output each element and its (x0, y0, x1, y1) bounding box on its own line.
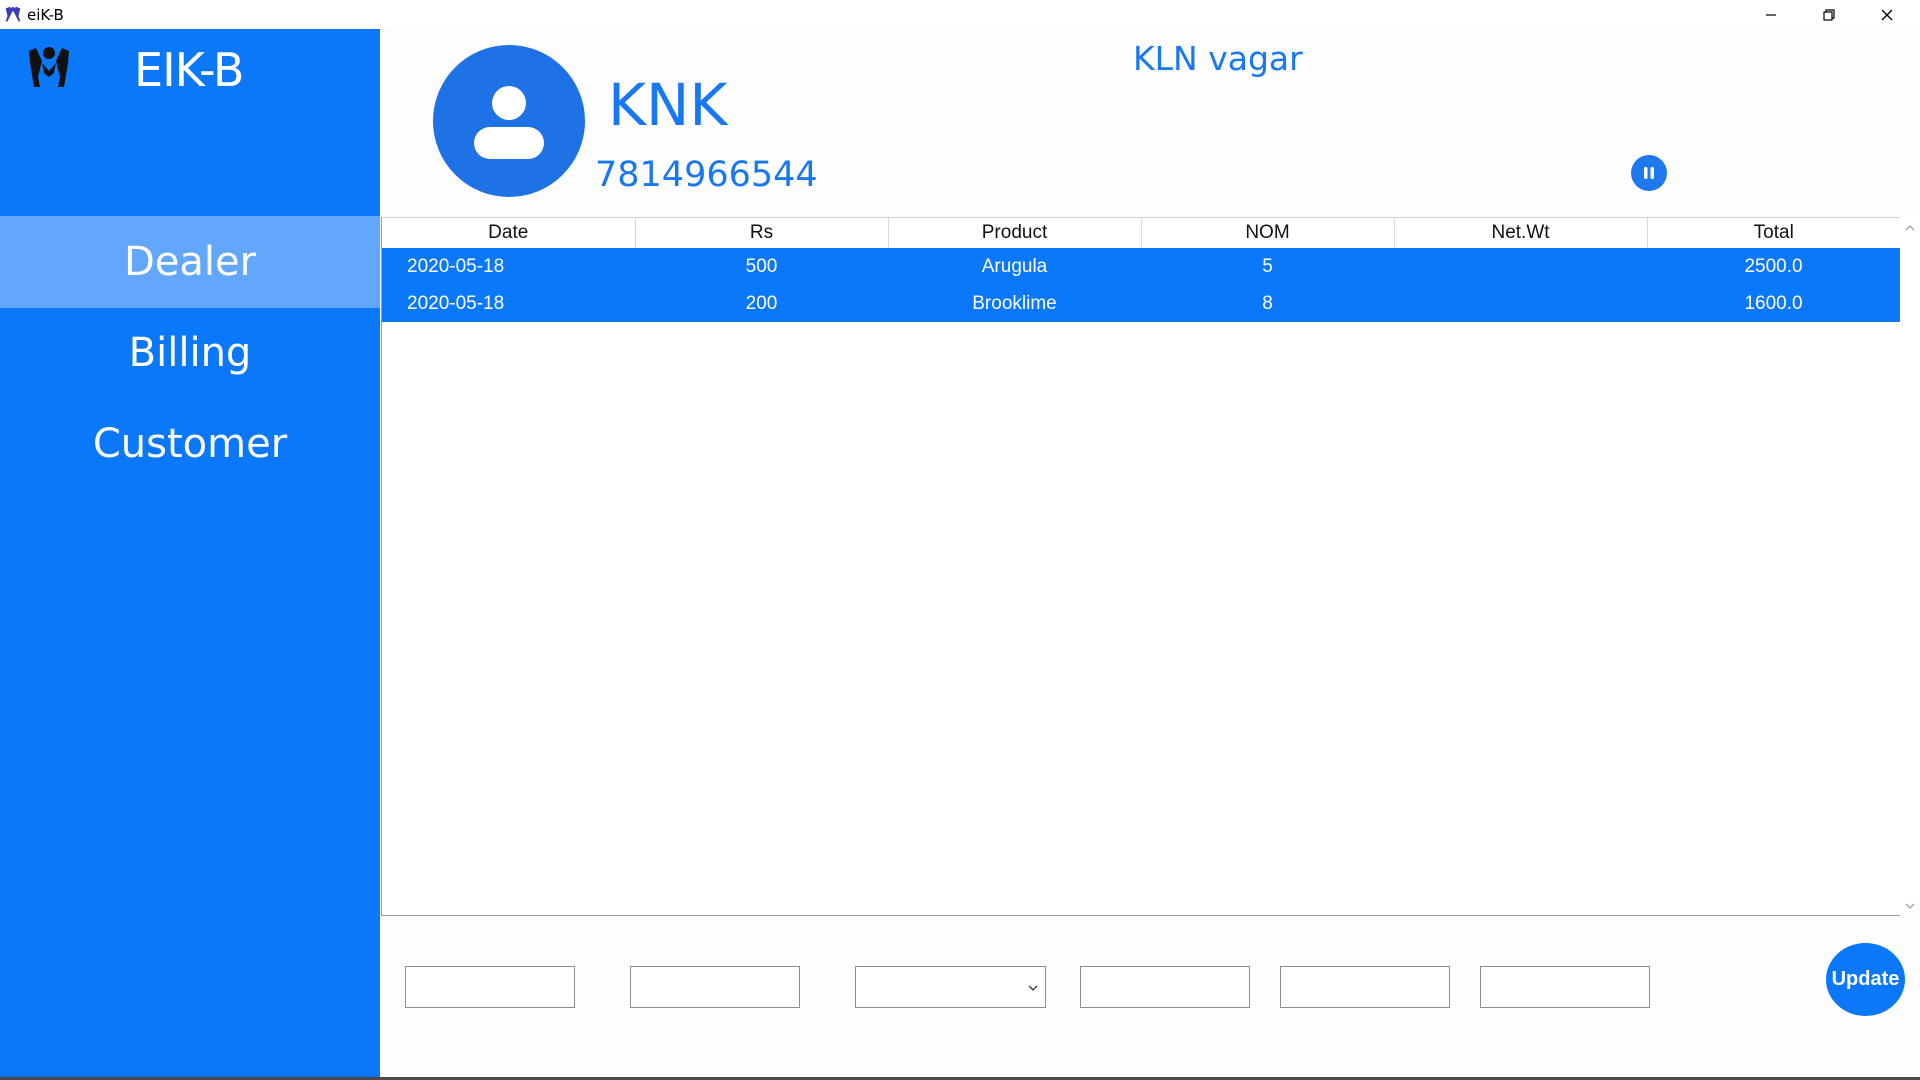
column-header-nom[interactable]: NOM (1141, 218, 1395, 248)
window-title: eiK-B (27, 6, 64, 24)
restore-icon (1823, 8, 1835, 21)
table-row[interactable]: 2020-05-18 500 Arugula 5 2500.0 (382, 248, 1900, 285)
avatar (433, 45, 585, 197)
title-bar: eiK-B (0, 0, 1920, 29)
cell-product: Arugula (888, 248, 1141, 285)
cell-rs: 500 (635, 248, 888, 285)
date-field[interactable] (405, 966, 575, 1008)
table-scrollbar[interactable] (1900, 217, 1920, 916)
pause-button[interactable] (1631, 155, 1667, 191)
cell-nom: 8 (1141, 285, 1394, 322)
table-row[interactable]: 2020-05-18 200 Brooklime 8 1600.0 (382, 285, 1900, 322)
hands-logo-icon (29, 47, 69, 87)
column-header-rs[interactable]: Rs (635, 218, 889, 248)
cell-date: 2020-05-18 (382, 285, 635, 322)
column-header-total[interactable]: Total (1647, 218, 1900, 248)
cell-total: 1600.0 (1647, 285, 1900, 322)
cell-total: 2500.0 (1647, 248, 1900, 285)
column-header-netwt[interactable]: Net.Wt (1394, 218, 1648, 248)
sidebar-item-billing[interactable]: Billing (0, 307, 380, 399)
sidebar-item-dealer[interactable]: Dealer (0, 216, 380, 308)
close-icon (1881, 9, 1893, 20)
sidebar-item-label: Customer (92, 421, 288, 467)
total-input[interactable] (1481, 967, 1649, 1007)
scroll-up-icon[interactable] (1905, 223, 1915, 233)
column-header-date[interactable]: Date (382, 218, 636, 248)
dealer-phone: 7814966544 (595, 155, 818, 195)
cell-netwt (1394, 285, 1647, 322)
nom-input[interactable] (1081, 967, 1249, 1007)
sidebar: EIK-B Dealer Billing Customer (0, 29, 380, 1080)
sidebar-item-label: Dealer (123, 239, 257, 285)
product-select[interactable] (855, 966, 1046, 1008)
column-header-product[interactable]: Product (888, 218, 1142, 248)
restore-button[interactable] (1800, 0, 1858, 29)
cell-netwt (1394, 248, 1647, 285)
close-button[interactable] (1858, 0, 1916, 29)
cell-rs: 200 (635, 285, 888, 322)
dealer-name: KNK (608, 71, 728, 139)
app-icon (5, 6, 21, 22)
minimize-button[interactable] (1742, 0, 1800, 29)
date-input[interactable] (406, 967, 574, 1007)
table-header-row: Date Rs Product NOM Net.Wt Total (382, 218, 1900, 248)
scroll-down-icon[interactable] (1905, 901, 1915, 911)
dealer-location: KLN vagar (1133, 39, 1303, 78)
cell-nom: 5 (1141, 248, 1394, 285)
pause-icon (1644, 167, 1654, 179)
update-button[interactable]: Update (1826, 943, 1905, 1016)
chevron-down-icon (1028, 985, 1038, 991)
rs-field[interactable] (630, 966, 800, 1008)
minimize-icon (1766, 13, 1776, 16)
netwt-input[interactable] (1281, 967, 1449, 1007)
rs-input[interactable] (631, 967, 799, 1007)
sidebar-item-label: Billing (128, 330, 252, 376)
netwt-field[interactable] (1280, 966, 1450, 1008)
brand-title: EIK-B (134, 43, 244, 97)
sidebar-item-customer[interactable]: Customer (0, 398, 380, 490)
total-field[interactable] (1480, 966, 1650, 1008)
nom-field[interactable] (1080, 966, 1250, 1008)
cell-date: 2020-05-18 (382, 248, 635, 285)
user-avatar-icon (474, 86, 544, 159)
dealer-table: Date Rs Product NOM Net.Wt Total 2020-05… (381, 217, 1900, 916)
cell-product: Brooklime (888, 285, 1141, 322)
